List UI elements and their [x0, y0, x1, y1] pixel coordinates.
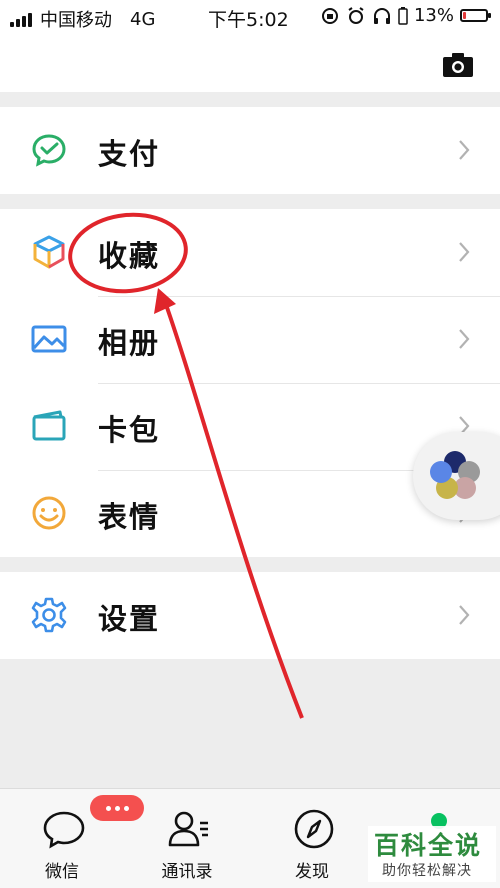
album-icon — [31, 325, 67, 353]
menu-item-favorites[interactable]: 收藏 — [0, 209, 500, 296]
menu-item-label: 表情 — [98, 500, 161, 534]
compass-icon — [294, 809, 334, 849]
settings-gear-icon — [31, 597, 67, 633]
orientation-lock-icon — [321, 7, 338, 24]
menu-item-label: 设置 — [98, 602, 161, 636]
menu-item-label: 收藏 — [98, 239, 161, 273]
status-time: 下午5:02 — [208, 9, 289, 31]
contacts-icon — [168, 811, 208, 847]
watermark-subtitle: 助你轻松解决 — [382, 863, 472, 879]
menu-item-pay[interactable]: 支付 — [0, 107, 500, 194]
tab-discover[interactable]: 发现 — [262, 789, 362, 888]
wechat-me-screen: 中国移动 4G 下午5:02 13% 支付 收藏 相册 卡包 表情 设置 微信 … — [0, 0, 500, 888]
chevron-right-icon — [459, 242, 470, 262]
camera-icon[interactable] — [442, 52, 474, 78]
flower-logo-icon — [430, 451, 480, 499]
card-wallet-icon — [32, 410, 66, 441]
menu-item-label: 相册 — [98, 326, 161, 360]
chat-bubble-icon — [43, 811, 85, 849]
menu-group-settings: 设置 — [0, 572, 500, 659]
carrier-name: 中国移动 — [40, 10, 112, 31]
floating-assistant-button[interactable] — [413, 432, 500, 520]
battery-icon — [460, 9, 491, 22]
sticker-smile-icon — [32, 496, 66, 530]
tab-chats[interactable]: 微信 — [12, 789, 144, 888]
status-left: 中国移动 4G — [10, 6, 155, 32]
favorites-cube-icon — [33, 235, 65, 269]
alarm-icon — [348, 6, 364, 24]
status-right: 13% — [320, 5, 491, 26]
tab-label: 发现 — [295, 862, 329, 882]
signal-strength-icon — [10, 11, 32, 27]
chevron-right-icon — [459, 605, 470, 625]
wechat-pay-icon — [32, 134, 66, 167]
menu-item-settings[interactable]: 设置 — [0, 572, 500, 659]
menu-group-pay: 支付 — [0, 107, 500, 194]
menu-item-label: 支付 — [98, 137, 161, 171]
battery-percent: 13% — [413, 5, 454, 26]
tab-label: 通讯录 — [161, 862, 213, 882]
tab-contacts[interactable]: 通讯录 — [137, 789, 237, 888]
status-bar: 中国移动 4G 下午5:02 13% — [0, 0, 500, 34]
watermark-logo: 百科全说 助你轻松解决 — [368, 826, 496, 882]
menu-item-album[interactable]: 相册 — [0, 296, 500, 383]
headphones-icon — [373, 7, 390, 24]
tab-label: 微信 — [45, 862, 79, 882]
watermark-title: 百科全说 — [374, 831, 483, 860]
chevron-right-icon — [459, 140, 470, 160]
vertical-battery-icon — [398, 6, 408, 25]
chevron-right-icon — [459, 329, 470, 349]
unread-badge — [90, 795, 144, 821]
battery-fill — [463, 12, 466, 19]
menu-item-label: 卡包 — [98, 413, 161, 447]
header — [0, 34, 500, 92]
network-type: 4G — [130, 8, 156, 30]
